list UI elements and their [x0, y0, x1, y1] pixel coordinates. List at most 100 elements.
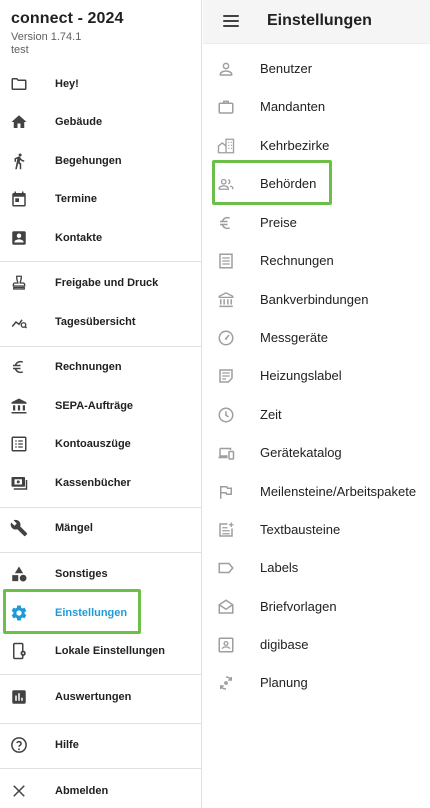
nav-label: Kontoauszüge: [55, 438, 131, 450]
clock-icon: [217, 406, 235, 424]
close-icon: [10, 782, 28, 800]
settings-item-mandanten[interactable]: Mandanten: [203, 87, 430, 125]
settings-item-heizungslabel[interactable]: Heizungslabel: [203, 356, 430, 394]
nav-item-kassenbuecher[interactable]: Kassenbücher: [0, 466, 201, 500]
nav-item-termine[interactable]: Termine: [0, 182, 201, 216]
devices-icon: [217, 444, 235, 462]
nav-label: Mängel: [55, 522, 93, 534]
nav-label: Abmelden: [55, 785, 109, 797]
nav-label: Freigabe und Druck: [55, 277, 159, 289]
settings-item-label: Kehrbezirke: [260, 138, 330, 153]
nav-label: Kassenbücher: [55, 477, 131, 489]
navigation-drawer: connect - 2024 Version 1.74.1 test Hey! …: [0, 0, 202, 808]
settings-item-bankverbindungen[interactable]: Bankverbindungen: [203, 280, 430, 318]
settings-item-label: Meilensteine/Arbeitspakete: [260, 484, 417, 499]
list-alt-icon: [10, 435, 28, 453]
nav-item-lokale-einstellungen[interactable]: Lokale Einstellungen: [0, 634, 201, 668]
chart-icon: [10, 688, 28, 706]
settings-item-label: Preise: [260, 215, 297, 230]
euro-icon: [10, 358, 28, 376]
settings-item-geraetekatalog[interactable]: Gerätekatalog: [203, 433, 430, 471]
settings-item-digibase[interactable]: digibase: [203, 625, 430, 663]
settings-item-benutzer[interactable]: Benutzer: [203, 49, 430, 87]
settings-item-meilensteine[interactable]: Meilensteine/Arbeitspakete: [203, 472, 430, 510]
help-icon: [10, 736, 28, 754]
settings-item-messgeraete[interactable]: Messgeräte: [203, 318, 430, 356]
briefcase-icon: [217, 98, 235, 116]
calendar-icon: [10, 190, 28, 208]
nav-item-kontakte[interactable]: Kontakte: [0, 221, 201, 255]
settings-item-planung[interactable]: Planung: [203, 663, 430, 701]
category-icon: [10, 565, 28, 583]
page-title: Einstellungen: [267, 12, 372, 29]
settings-item-kehrbezirke[interactable]: Kehrbezirke: [203, 126, 430, 164]
nav-item-sepa[interactable]: SEPA-Aufträge: [0, 389, 201, 423]
cash-register-icon: [10, 474, 28, 492]
folder-icon: [10, 75, 28, 93]
home-icon: [10, 113, 28, 131]
walk-icon: [10, 152, 28, 170]
settings-item-label: Heizungslabel: [260, 368, 342, 383]
nav-label: Sonstiges: [55, 568, 108, 580]
settings-item-label: Gerätekatalog: [260, 445, 342, 460]
settings-item-label: Planung: [260, 675, 308, 690]
divider: [0, 346, 201, 347]
divider: [0, 768, 201, 769]
nav-item-einstellungen[interactable]: Einstellungen: [0, 596, 201, 630]
settings-item-label: Benutzer: [260, 61, 313, 76]
contacts-icon: [10, 229, 28, 247]
nav-item-rechnungen[interactable]: Rechnungen: [0, 350, 201, 384]
settings-item-textbausteine[interactable]: Textbausteine: [203, 510, 430, 548]
settings-item-label: Textbausteine: [260, 522, 341, 537]
settings-item-labels[interactable]: Labels: [203, 548, 430, 586]
euro-icon: [217, 214, 235, 232]
divider: [0, 723, 201, 724]
nav-item-maengel[interactable]: Mängel: [0, 511, 201, 545]
nav-item-hilfe[interactable]: Hilfe: [0, 728, 201, 762]
nav-item-begehungen[interactable]: Begehungen: [0, 144, 201, 178]
nav-label: Rechnungen: [55, 361, 122, 373]
nav-item-kontoauszuege[interactable]: Kontoauszüge: [0, 427, 201, 461]
settings-item-behoerden[interactable]: Behörden: [203, 164, 430, 202]
nav-item-auswertungen[interactable]: Auswertungen: [0, 680, 201, 714]
nav-item-abmelden[interactable]: Abmelden: [0, 774, 201, 808]
nav-item-freigabe[interactable]: Freigabe und Druck: [0, 266, 201, 300]
note-icon: [217, 367, 235, 385]
settings-item-rechnungen[interactable]: Rechnungen: [203, 241, 430, 279]
bank-icon: [217, 291, 235, 309]
settings-header: Einstellungen: [203, 0, 430, 44]
people-icon: [217, 175, 235, 193]
nav-label: Termine: [55, 193, 97, 205]
divider: [0, 674, 201, 675]
person-icon: [217, 60, 235, 78]
nav-item-gebaeude[interactable]: Gebäude: [0, 105, 201, 139]
divider: [0, 261, 201, 262]
settings-item-label: Behörden: [260, 176, 317, 191]
settings-item-label: Rechnungen: [260, 253, 334, 268]
sync-icon: [217, 674, 235, 692]
nav-label: SEPA-Aufträge: [55, 400, 134, 412]
nav-label: Kontakte: [55, 232, 103, 244]
settings-item-zeit[interactable]: Zeit: [203, 395, 430, 433]
nav-label: Gebäude: [55, 116, 103, 128]
nav-label: Hilfe: [55, 739, 79, 751]
settings-item-label: Bankverbindungen: [260, 292, 369, 307]
label-icon: [217, 559, 235, 577]
menu-icon[interactable]: [223, 13, 239, 29]
settings-item-label: Messgeräte: [260, 330, 328, 345]
flag-icon: [217, 483, 235, 501]
wrench-icon: [10, 519, 28, 537]
nav-label: Einstellungen: [55, 607, 128, 619]
nav-item-hey[interactable]: Hey!: [0, 67, 201, 101]
stamp-icon: [10, 274, 28, 292]
nav-item-sonstiges[interactable]: Sonstiges: [0, 557, 201, 591]
nav-item-tagesuebersicht[interactable]: Tagesübersicht: [0, 305, 201, 339]
nav-label: Hey!: [55, 78, 79, 90]
settings-item-label: Mandanten: [260, 99, 326, 114]
settings-item-label: Labels: [260, 560, 299, 575]
settings-item-briefvorlagen[interactable]: Briefvorlagen: [203, 587, 430, 625]
nav-label: Auswertungen: [55, 691, 132, 703]
gauge-icon: [217, 329, 235, 347]
settings-item-preise[interactable]: Preise: [203, 203, 430, 241]
nav-label: Begehungen: [55, 155, 122, 167]
